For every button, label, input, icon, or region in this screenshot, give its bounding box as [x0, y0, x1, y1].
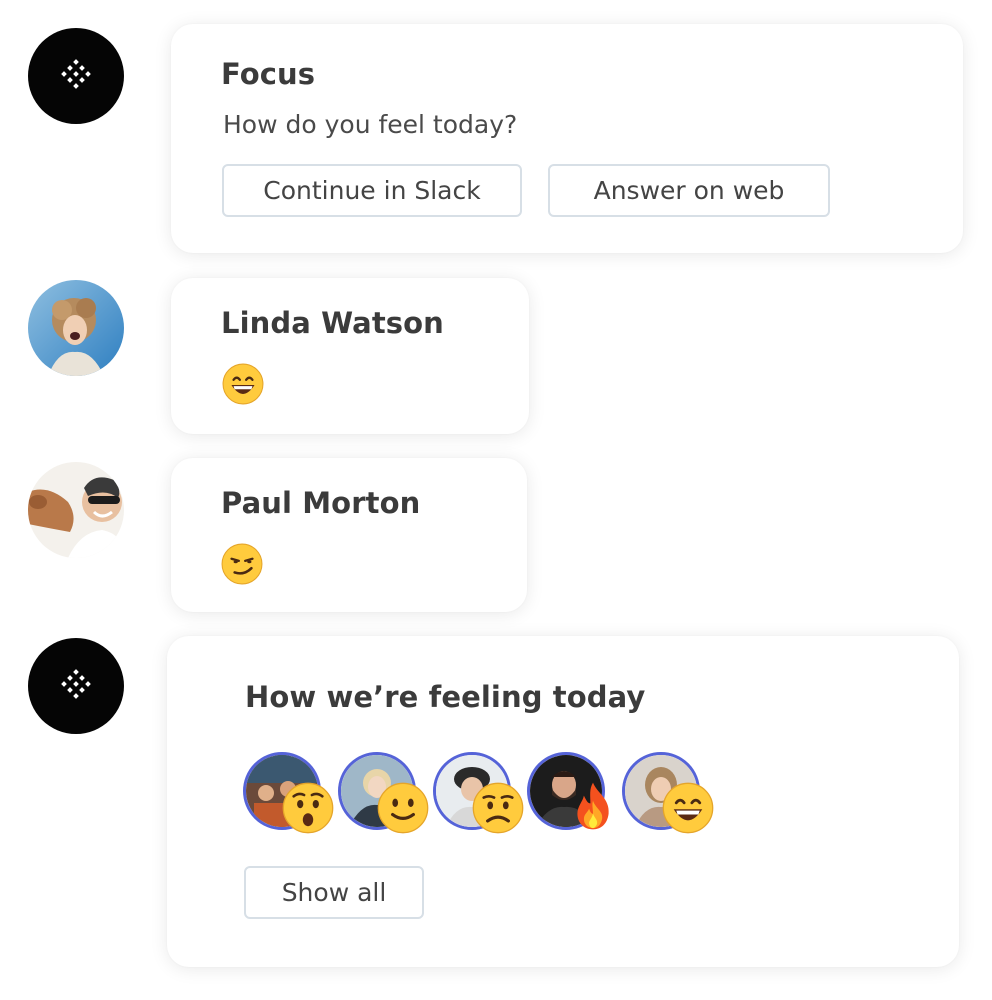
answer-on-web-button[interactable]: Answer on web: [548, 164, 830, 217]
chat-thread: Focus How do you feel today? Continue in…: [0, 0, 992, 1000]
focus-logo-icon: [61, 669, 91, 699]
paul-morton-avatar: [28, 462, 124, 558]
hushed-face-icon: [282, 782, 334, 834]
focus-bot-avatar: [28, 638, 124, 734]
grinning-face-icon: [222, 363, 264, 405]
linda-watson-avatar: [28, 280, 124, 376]
focus-logo-icon: [61, 59, 91, 89]
sender-name: Paul Morton: [221, 486, 421, 520]
focus-question: How do you feel today?: [223, 110, 518, 139]
focus-bot-avatar: [28, 28, 124, 124]
show-all-button[interactable]: Show all: [244, 866, 424, 919]
sender-name: Linda Watson: [221, 306, 444, 340]
paul-morton-message: Paul Morton: [171, 458, 527, 612]
slightly-smiling-face-icon: [377, 782, 429, 834]
grinning-face-icon: [662, 782, 714, 834]
feelings-summary-card: How we’re feeling today Show all: [167, 636, 959, 967]
summary-title: How we’re feeling today: [245, 680, 646, 714]
smirking-face-icon: [221, 543, 263, 585]
focus-title: Focus: [221, 57, 316, 91]
continue-in-slack-button[interactable]: Continue in Slack: [222, 164, 522, 217]
worried-face-icon: [472, 782, 524, 834]
focus-card: Focus How do you feel today? Continue in…: [171, 24, 963, 253]
fire-icon: [577, 782, 609, 830]
linda-watson-message: Linda Watson: [171, 278, 529, 434]
